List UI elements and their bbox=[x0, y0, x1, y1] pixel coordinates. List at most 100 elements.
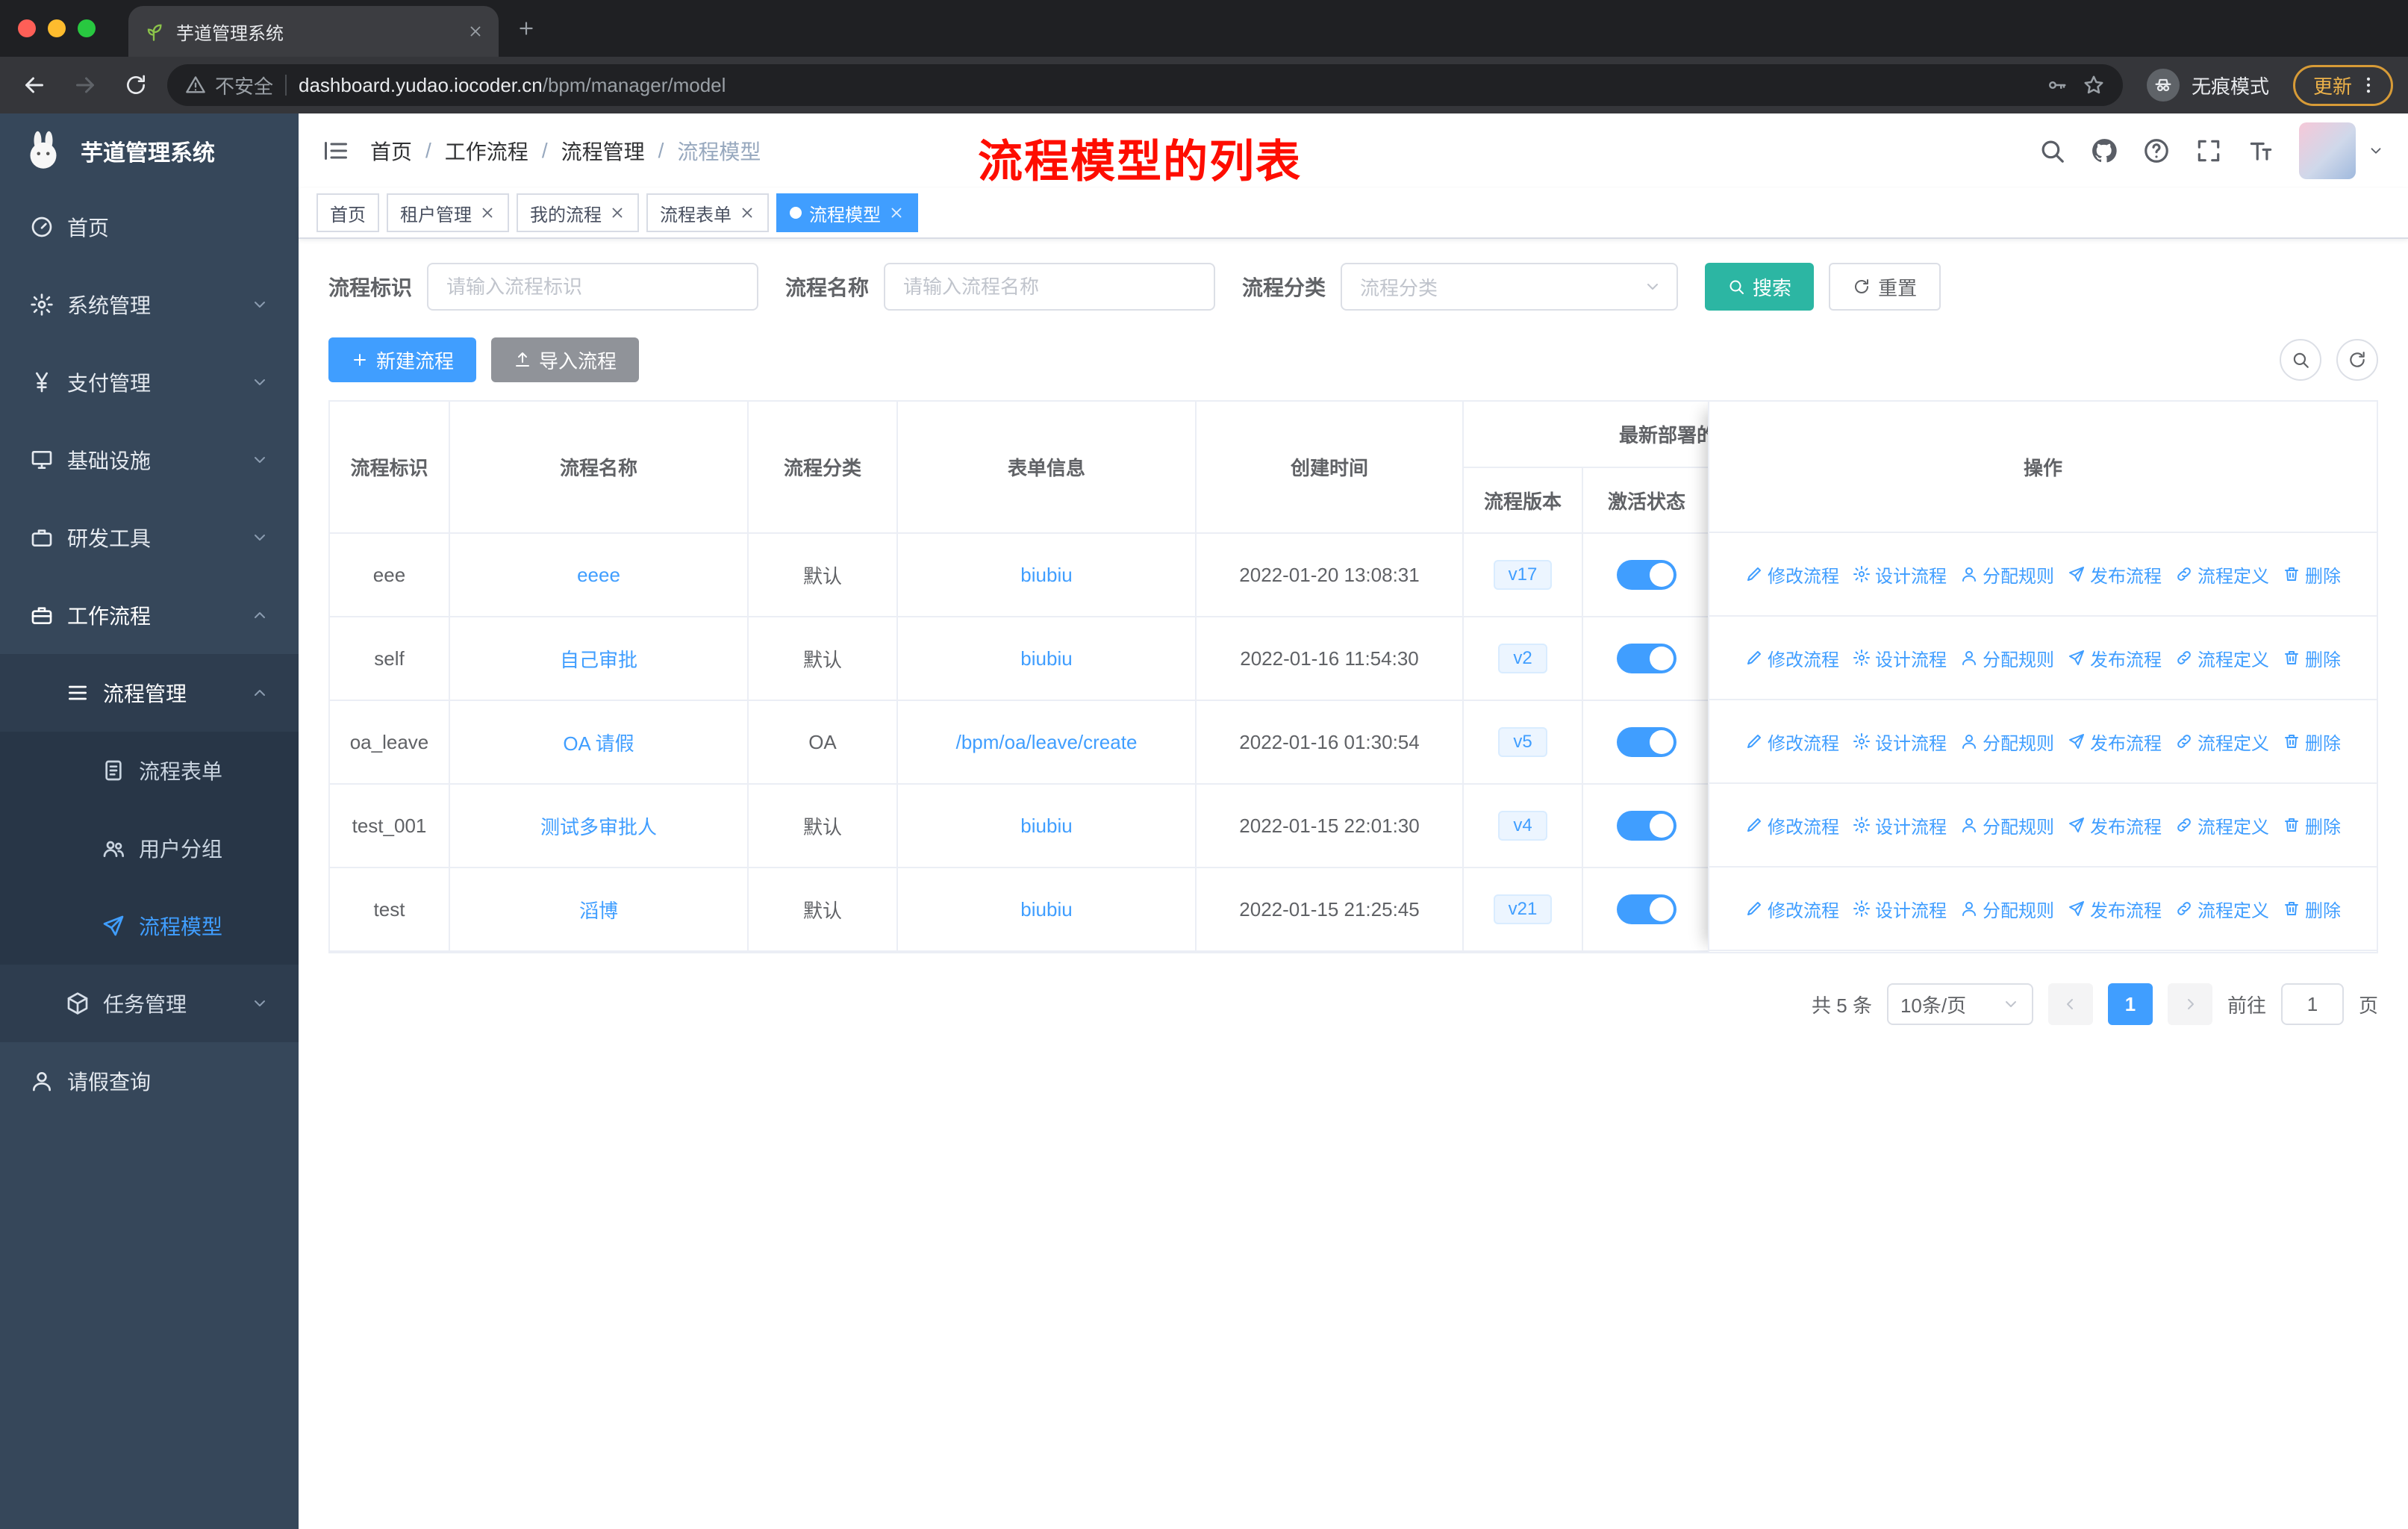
action-assign-rule[interactable]: 分配规则 bbox=[1960, 896, 2054, 922]
process-name-link[interactable]: 自己审批 bbox=[560, 649, 637, 671]
action-design[interactable]: 设计流程 bbox=[1853, 896, 1947, 922]
prev-page-button[interactable] bbox=[2047, 983, 2093, 1025]
process-name-link[interactable]: OA 请假 bbox=[563, 732, 634, 755]
zoom-window-button[interactable] bbox=[78, 19, 96, 37]
action-delete[interactable]: 删除 bbox=[2283, 729, 2341, 755]
process-name-link[interactable]: 测试多审批人 bbox=[540, 816, 657, 838]
back-icon[interactable] bbox=[15, 66, 54, 105]
action-assign-rule[interactable]: 分配规则 bbox=[1960, 561, 2054, 588]
help-icon[interactable] bbox=[2142, 137, 2171, 165]
avatar[interactable] bbox=[2299, 122, 2356, 179]
active-toggle[interactable] bbox=[1617, 811, 1676, 841]
action-publish[interactable]: 发布流程 bbox=[2068, 896, 2162, 922]
reload-icon[interactable] bbox=[116, 66, 155, 105]
active-toggle[interactable] bbox=[1617, 894, 1676, 924]
create-process-button[interactable]: 新建流程 bbox=[328, 337, 477, 382]
action-design[interactable]: 设计流程 bbox=[1853, 645, 1947, 671]
active-toggle[interactable] bbox=[1617, 727, 1676, 757]
action-delete[interactable]: 删除 bbox=[2283, 561, 2341, 588]
minimize-window-button[interactable] bbox=[48, 19, 66, 37]
reset-button[interactable]: 重置 bbox=[1829, 263, 1941, 311]
process-name-input[interactable] bbox=[884, 263, 1216, 311]
page-1-button[interactable]: 1 bbox=[2107, 983, 2153, 1025]
action-assign-rule[interactable]: 分配规则 bbox=[1960, 812, 2054, 838]
tag-process-form[interactable]: 流程表单 bbox=[646, 193, 769, 232]
new-tab-button[interactable] bbox=[499, 0, 554, 57]
toggle-search-button[interactable] bbox=[2280, 339, 2321, 381]
address-bar[interactable]: 不安全 dashboard.yudao.iocoder.cn/bpm/manag… bbox=[167, 64, 2123, 106]
action-design[interactable]: 设计流程 bbox=[1853, 729, 1947, 755]
import-process-button[interactable]: 导入流程 bbox=[491, 337, 640, 382]
action-definition[interactable]: 流程定义 bbox=[2175, 812, 2269, 838]
action-delete[interactable]: 删除 bbox=[2283, 896, 2341, 922]
form-info-link[interactable]: /bpm/oa/leave/create bbox=[956, 731, 1138, 753]
sidebar-toggle[interactable] bbox=[314, 128, 358, 173]
action-assign-rule[interactable]: 分配规则 bbox=[1960, 645, 2054, 671]
goto-page-input[interactable] bbox=[2280, 983, 2344, 1025]
form-info-link[interactable]: biubiu bbox=[1020, 815, 1072, 837]
action-definition[interactable]: 流程定义 bbox=[2175, 729, 2269, 755]
action-modify[interactable]: 修改流程 bbox=[1745, 729, 1839, 755]
active-toggle[interactable] bbox=[1617, 644, 1676, 673]
action-design[interactable]: 设计流程 bbox=[1853, 812, 1947, 838]
sidebar-item-user-group[interactable]: 用户分组 bbox=[0, 809, 299, 887]
action-modify[interactable]: 修改流程 bbox=[1745, 645, 1839, 671]
action-delete[interactable]: 删除 bbox=[2283, 812, 2341, 838]
browser-tab[interactable]: 芋道管理系统 bbox=[128, 6, 499, 57]
menu-dots-icon[interactable] bbox=[2358, 75, 2379, 96]
tab-close-icon[interactable] bbox=[467, 23, 484, 40]
tag-close-icon[interactable] bbox=[739, 205, 755, 221]
process-key-input[interactable] bbox=[427, 263, 759, 311]
security-indicator[interactable]: 不安全 bbox=[185, 72, 273, 99]
action-delete[interactable]: 删除 bbox=[2283, 645, 2341, 671]
tag-process-model[interactable]: 流程模型 bbox=[776, 193, 918, 232]
action-publish[interactable]: 发布流程 bbox=[2068, 645, 2162, 671]
sidebar-item-task-management[interactable]: 任务管理 bbox=[0, 965, 299, 1042]
tag-close-icon[interactable] bbox=[479, 205, 496, 221]
breadcrumb-item-0[interactable]: 首页 bbox=[370, 136, 412, 166]
process-name-link[interactable]: eeee bbox=[577, 564, 620, 586]
action-design[interactable]: 设计流程 bbox=[1853, 561, 1947, 588]
form-info-link[interactable]: biubiu bbox=[1020, 564, 1072, 586]
search-button[interactable]: 搜索 bbox=[1705, 263, 1815, 311]
search-icon[interactable] bbox=[2038, 137, 2066, 165]
avatar-caret-icon[interactable] bbox=[2368, 143, 2384, 159]
process-category-select[interactable]: 流程分类 bbox=[1341, 263, 1679, 311]
tag-close-icon[interactable] bbox=[888, 205, 905, 221]
font-size-icon[interactable] bbox=[2247, 137, 2275, 165]
tag-my-process[interactable]: 我的流程 bbox=[517, 193, 639, 232]
next-page-button[interactable] bbox=[2167, 983, 2212, 1025]
forward-icon[interactable] bbox=[66, 66, 105, 105]
key-icon[interactable] bbox=[2045, 74, 2068, 96]
tag-close-icon[interactable] bbox=[609, 205, 626, 221]
page-size-select[interactable]: 10条/页 bbox=[1886, 983, 2033, 1025]
sidebar-item-process-form[interactable]: 流程表单 bbox=[0, 732, 299, 809]
action-publish[interactable]: 发布流程 bbox=[2068, 812, 2162, 838]
action-modify[interactable]: 修改流程 bbox=[1745, 896, 1839, 922]
sidebar-item-infrastructure[interactable]: 基础设施 bbox=[0, 421, 299, 499]
action-definition[interactable]: 流程定义 bbox=[2175, 645, 2269, 671]
action-definition[interactable]: 流程定义 bbox=[2175, 896, 2269, 922]
active-toggle[interactable] bbox=[1617, 560, 1676, 590]
sidebar-item-home[interactable]: 首页 bbox=[0, 188, 299, 266]
process-name-link[interactable]: 滔博 bbox=[579, 900, 618, 922]
star-icon[interactable] bbox=[2083, 74, 2105, 96]
tag-tenant-management[interactable]: 租户管理 bbox=[387, 193, 509, 232]
refresh-table-button[interactable] bbox=[2336, 339, 2378, 381]
breadcrumb-item-1[interactable]: 工作流程 bbox=[445, 136, 528, 166]
fullscreen-icon[interactable] bbox=[2195, 137, 2223, 165]
action-publish[interactable]: 发布流程 bbox=[2068, 729, 2162, 755]
github-icon[interactable] bbox=[2090, 137, 2118, 165]
update-browser-button[interactable]: 更新 bbox=[2292, 64, 2393, 106]
form-info-link[interactable]: biubiu bbox=[1020, 647, 1072, 670]
action-modify[interactable]: 修改流程 bbox=[1745, 812, 1839, 838]
sidebar-item-process-management[interactable]: 流程管理 bbox=[0, 654, 299, 732]
tag-home[interactable]: 首页 bbox=[316, 193, 379, 232]
action-definition[interactable]: 流程定义 bbox=[2175, 561, 2269, 588]
sidebar-item-workflow[interactable]: 工作流程 bbox=[0, 576, 299, 654]
action-publish[interactable]: 发布流程 bbox=[2068, 561, 2162, 588]
close-window-button[interactable] bbox=[18, 19, 36, 37]
sidebar-item-dev-tools[interactable]: 研发工具 bbox=[0, 499, 299, 576]
sidebar-item-payment-management[interactable]: 支付管理 bbox=[0, 343, 299, 421]
sidebar-item-leave-query[interactable]: 请假查询 bbox=[0, 1042, 299, 1120]
